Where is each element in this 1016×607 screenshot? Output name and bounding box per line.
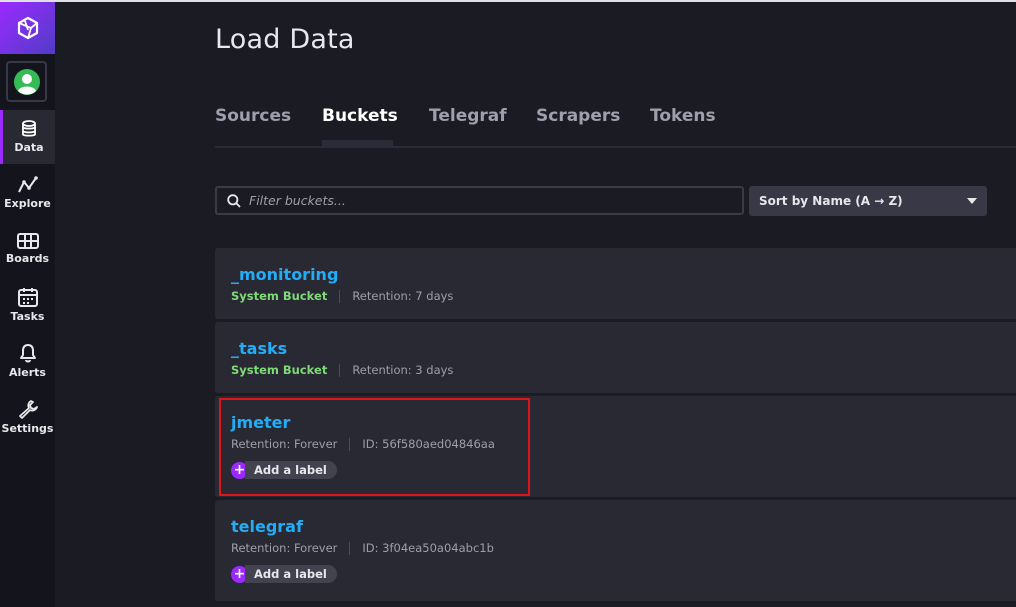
tab-bar: Sources Buckets Telegraf Scrapers Tokens <box>215 102 1016 148</box>
bucket-name-link[interactable]: jmeter <box>231 413 290 432</box>
bucket-retention: Retention: 7 days <box>352 289 454 303</box>
add-label-text: Add a label <box>245 565 337 583</box>
meta-divider <box>339 363 341 377</box>
meta-divider <box>339 289 341 303</box>
tab-tokens[interactable]: Tokens <box>650 106 716 126</box>
sidebar-item-label: Settings <box>1 422 54 435</box>
sidebar: Data Explore Boards Tasks Alerts Setting… <box>0 2 55 607</box>
wrench-icon <box>18 400 38 419</box>
meta-divider <box>349 541 351 555</box>
bucket-retention: Retention: Forever <box>231 437 338 451</box>
bucket-retention: Retention: Forever <box>231 541 338 555</box>
tabs-divider <box>215 146 1016 148</box>
dashboard-icon <box>16 233 39 249</box>
avatar-icon <box>13 68 40 95</box>
bucket-card-telegraf: telegraf Retention: Forever ID: 3f04ea50… <box>215 500 1016 601</box>
caret-down-icon <box>967 198 977 204</box>
bucket-card-jmeter: jmeter Retention: Forever ID: 56f580aed0… <box>215 396 1016 497</box>
bucket-card-tasks: _tasks System Bucket Retention: 3 days <box>215 322 1016 393</box>
sidebar-item-alerts[interactable]: Alerts <box>0 334 55 388</box>
bucket-id: ID: 3f04ea50a04abc1b <box>362 541 494 555</box>
bucket-meta: Retention: Forever ID: 56f580aed04846aa <box>231 437 495 451</box>
search-icon <box>227 193 241 208</box>
sidebar-item-explore[interactable]: Explore <box>0 166 55 220</box>
bucket-id: ID: 56f580aed04846aa <box>362 437 495 451</box>
bucket-name-link[interactable]: _tasks <box>231 339 287 358</box>
bell-icon <box>19 344 36 363</box>
bucket-card-monitoring: _monitoring System Bucket Retention: 7 d… <box>215 248 1016 319</box>
window-top-edge <box>0 0 1016 2</box>
sidebar-item-boards[interactable]: Boards <box>0 222 55 276</box>
bucket-retention: Retention: 3 days <box>352 363 454 377</box>
cube-logo-icon <box>17 16 38 40</box>
influxdb-logo[interactable] <box>0 2 55 54</box>
bucket-meta: Retention: Forever ID: 3f04ea50a04abc1b <box>231 541 494 555</box>
sidebar-item-label: Explore <box>4 197 51 210</box>
sidebar-item-label: Tasks <box>10 310 45 323</box>
add-label-button[interactable]: + Add a label <box>231 461 337 479</box>
sidebar-item-data[interactable]: Data <box>0 110 55 164</box>
calendar-icon <box>17 288 38 307</box>
sidebar-item-label: Alerts <box>9 366 46 379</box>
bucket-name-link[interactable]: _monitoring <box>231 265 338 284</box>
graph-icon <box>17 176 38 193</box>
system-bucket-tag: System Bucket <box>231 289 328 303</box>
user-avatar[interactable] <box>6 61 47 102</box>
page-title: Load Data <box>215 24 355 55</box>
sidebar-item-label: Boards <box>5 252 50 265</box>
filter-buckets-field[interactable] <box>215 186 744 215</box>
sidebar-item-tasks[interactable]: Tasks <box>0 278 55 332</box>
add-label-button[interactable]: + Add a label <box>231 565 337 583</box>
meta-divider <box>349 437 351 451</box>
bucket-name-link[interactable]: telegraf <box>231 517 303 536</box>
bucket-meta: System Bucket Retention: 3 days <box>231 363 453 377</box>
sidebar-item-label: Data <box>14 141 44 154</box>
tab-scrapers[interactable]: Scrapers <box>536 106 620 126</box>
bucket-meta: System Bucket Retention: 7 days <box>231 289 453 303</box>
sidebar-item-settings[interactable]: Settings <box>0 390 55 444</box>
tab-buckets[interactable]: Buckets <box>322 106 398 126</box>
database-icon <box>22 120 36 137</box>
sort-dropdown[interactable]: Sort by Name (A → Z) <box>749 186 987 216</box>
sort-dropdown-label: Sort by Name (A → Z) <box>759 194 903 208</box>
add-label-text: Add a label <box>245 461 337 479</box>
filter-buckets-input[interactable] <box>247 192 731 209</box>
tab-telegraf[interactable]: Telegraf <box>429 106 507 126</box>
tab-sources[interactable]: Sources <box>215 106 291 126</box>
system-bucket-tag: System Bucket <box>231 363 328 377</box>
